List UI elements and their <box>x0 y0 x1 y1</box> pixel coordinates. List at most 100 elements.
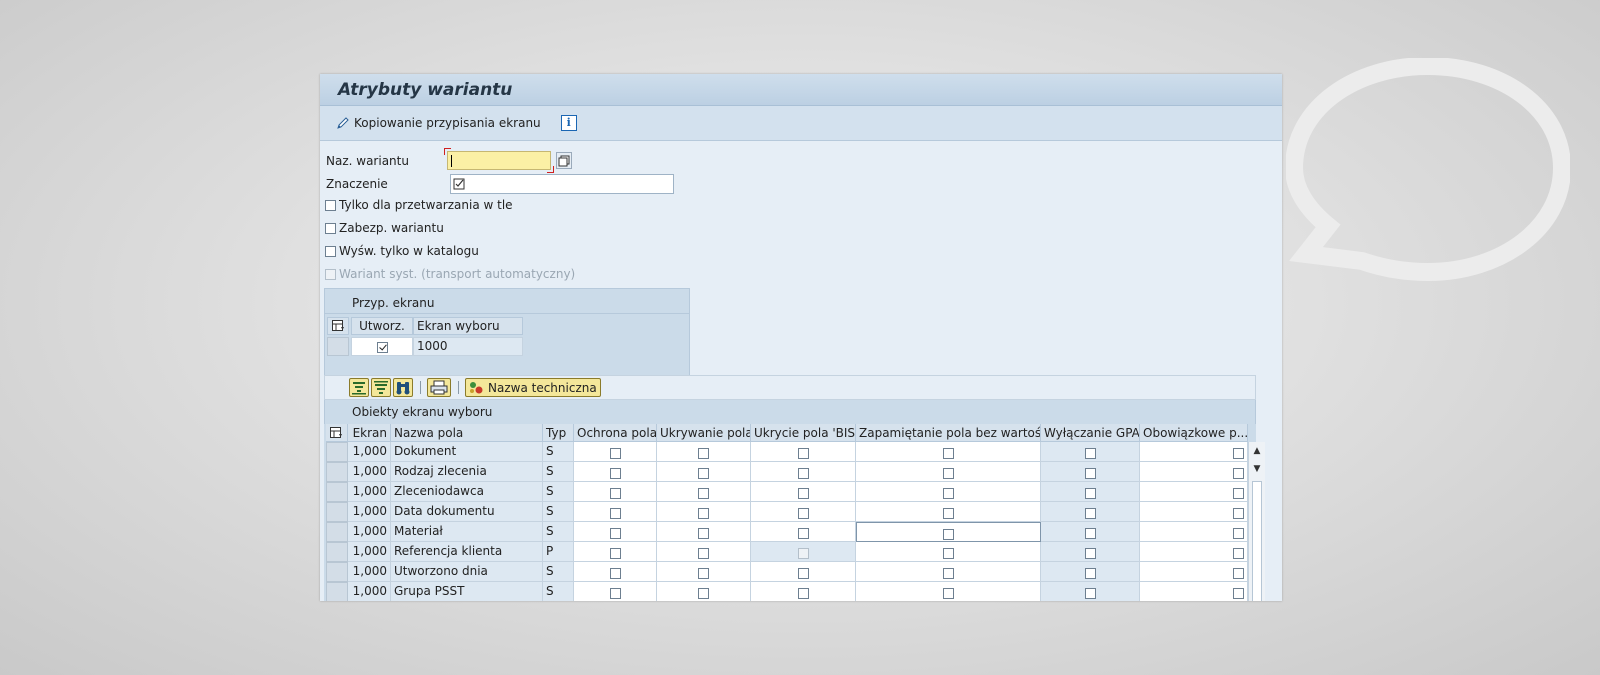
hide-bis-cell[interactable] <box>751 562 856 582</box>
checkbox[interactable] <box>1233 487 1244 499</box>
row-selector[interactable] <box>326 462 348 482</box>
col-header-required-field[interactable]: Obowiązkowe p... <box>1140 424 1248 442</box>
checkbox[interactable] <box>698 467 709 479</box>
field-protection-cell[interactable] <box>574 482 657 502</box>
required-field-cell[interactable] <box>1140 442 1248 462</box>
checkbox[interactable] <box>1084 547 1096 559</box>
save-without-value-cell[interactable] <box>856 522 1041 542</box>
checkbox[interactable] <box>943 528 954 540</box>
save-without-value-cell[interactable] <box>856 562 1041 582</box>
checkbox[interactable] <box>942 547 954 559</box>
disable-gpa-cell[interactable] <box>1041 522 1140 542</box>
checkbox[interactable] <box>797 507 809 519</box>
checkbox[interactable] <box>609 527 621 539</box>
created-checkbox[interactable] <box>376 341 388 353</box>
save-without-value-cell[interactable] <box>856 462 1041 482</box>
checkbox[interactable] <box>797 587 809 599</box>
col-header-hide-bis[interactable]: Ukrycie pola 'BIS' <box>751 424 856 442</box>
checkbox[interactable] <box>698 527 709 539</box>
checkbox[interactable] <box>942 467 954 479</box>
option-background-only[interactable]: Tylko dla przetwarzania w tle <box>325 198 513 212</box>
checkbox[interactable] <box>325 222 336 234</box>
checkbox[interactable] <box>797 487 809 499</box>
col-header-save-without-value[interactable]: Zapamiętanie pola bez wartości <box>856 424 1041 442</box>
checkbox[interactable] <box>1233 587 1244 599</box>
checkbox[interactable] <box>698 507 709 519</box>
scroll-down-icon[interactable]: ▼ <box>1249 461 1265 477</box>
checkbox[interactable] <box>1084 507 1096 519</box>
disable-gpa-cell[interactable] <box>1041 582 1140 601</box>
row-selector[interactable] <box>326 482 348 502</box>
value-help-icon[interactable] <box>556 152 572 169</box>
table-settings-icon[interactable] <box>326 424 348 442</box>
checkbox[interactable] <box>942 567 954 579</box>
checkbox[interactable] <box>1233 467 1244 479</box>
required-field-cell[interactable] <box>1140 482 1248 502</box>
checkbox[interactable] <box>1233 567 1244 579</box>
checkbox[interactable] <box>1233 507 1244 519</box>
checkbox[interactable] <box>1233 447 1244 459</box>
print-button[interactable] <box>427 378 451 397</box>
table-settings-icon[interactable] <box>327 317 349 335</box>
save-without-value-cell[interactable] <box>856 542 1041 562</box>
hide-field-cell[interactable] <box>657 482 751 502</box>
disable-gpa-cell[interactable] <box>1041 462 1140 482</box>
col-header-created[interactable]: Utworz. <box>351 317 413 335</box>
required-field-cell[interactable] <box>1140 562 1248 582</box>
checkbox[interactable] <box>797 447 809 459</box>
checkbox[interactable] <box>609 567 621 579</box>
hide-bis-cell[interactable] <box>751 482 856 502</box>
save-without-value-cell[interactable] <box>856 582 1041 601</box>
col-header-selection-screen[interactable]: Ekran wyboru <box>413 317 523 335</box>
disable-gpa-cell[interactable] <box>1041 442 1140 462</box>
checkbox[interactable] <box>609 467 621 479</box>
scroll-thumb[interactable] <box>1252 481 1262 601</box>
disable-gpa-cell[interactable] <box>1041 542 1140 562</box>
disable-gpa-cell[interactable] <box>1041 562 1140 582</box>
checkbox[interactable] <box>1084 467 1096 479</box>
scroll-up-icon[interactable]: ▲ <box>1249 443 1265 459</box>
field-protection-cell[interactable] <box>574 462 657 482</box>
row-selector[interactable] <box>327 337 349 356</box>
hide-field-cell[interactable] <box>657 542 751 562</box>
hide-bis-cell[interactable] <box>751 502 856 522</box>
checkbox[interactable] <box>325 199 336 211</box>
checkbox[interactable] <box>1084 487 1096 499</box>
checkbox[interactable] <box>1084 567 1096 579</box>
checkbox[interactable] <box>797 547 809 559</box>
hide-bis-cell[interactable] <box>751 462 856 482</box>
save-without-value-cell[interactable] <box>856 482 1041 502</box>
created-cell[interactable] <box>351 337 413 356</box>
checkbox[interactable] <box>609 487 621 499</box>
checkbox[interactable] <box>609 507 621 519</box>
required-field-cell[interactable] <box>1140 582 1248 601</box>
col-header-field-name[interactable]: Nazwa pola <box>391 424 543 442</box>
checkbox[interactable] <box>797 567 809 579</box>
disable-gpa-cell[interactable] <box>1041 502 1140 522</box>
hide-field-cell[interactable] <box>657 442 751 462</box>
field-protection-cell[interactable] <box>574 562 657 582</box>
checkbox[interactable] <box>1084 527 1096 539</box>
hide-field-cell[interactable] <box>657 502 751 522</box>
checkbox[interactable] <box>1084 587 1096 599</box>
required-field-cell[interactable] <box>1140 502 1248 522</box>
checkbox[interactable] <box>698 547 709 559</box>
hide-bis-cell[interactable] <box>751 522 856 542</box>
required-field-cell[interactable] <box>1140 522 1248 542</box>
field-protection-cell[interactable] <box>574 542 657 562</box>
checkbox[interactable] <box>609 547 621 559</box>
option-catalog-only[interactable]: Wyśw. tylko w katalogu <box>325 244 479 258</box>
field-protection-cell[interactable] <box>574 522 657 542</box>
filter-button[interactable] <box>371 378 391 397</box>
checkbox[interactable] <box>698 447 709 459</box>
checkbox[interactable] <box>609 587 621 599</box>
save-without-value-cell[interactable] <box>856 442 1041 462</box>
hide-field-cell[interactable] <box>657 462 751 482</box>
disable-gpa-cell[interactable] <box>1041 482 1140 502</box>
save-without-value-cell[interactable] <box>856 502 1041 522</box>
meaning-input[interactable] <box>450 174 674 194</box>
checkbox[interactable] <box>698 487 709 499</box>
checkbox[interactable] <box>797 467 809 479</box>
checkbox[interactable] <box>942 447 954 459</box>
checkbox[interactable] <box>1233 547 1244 559</box>
